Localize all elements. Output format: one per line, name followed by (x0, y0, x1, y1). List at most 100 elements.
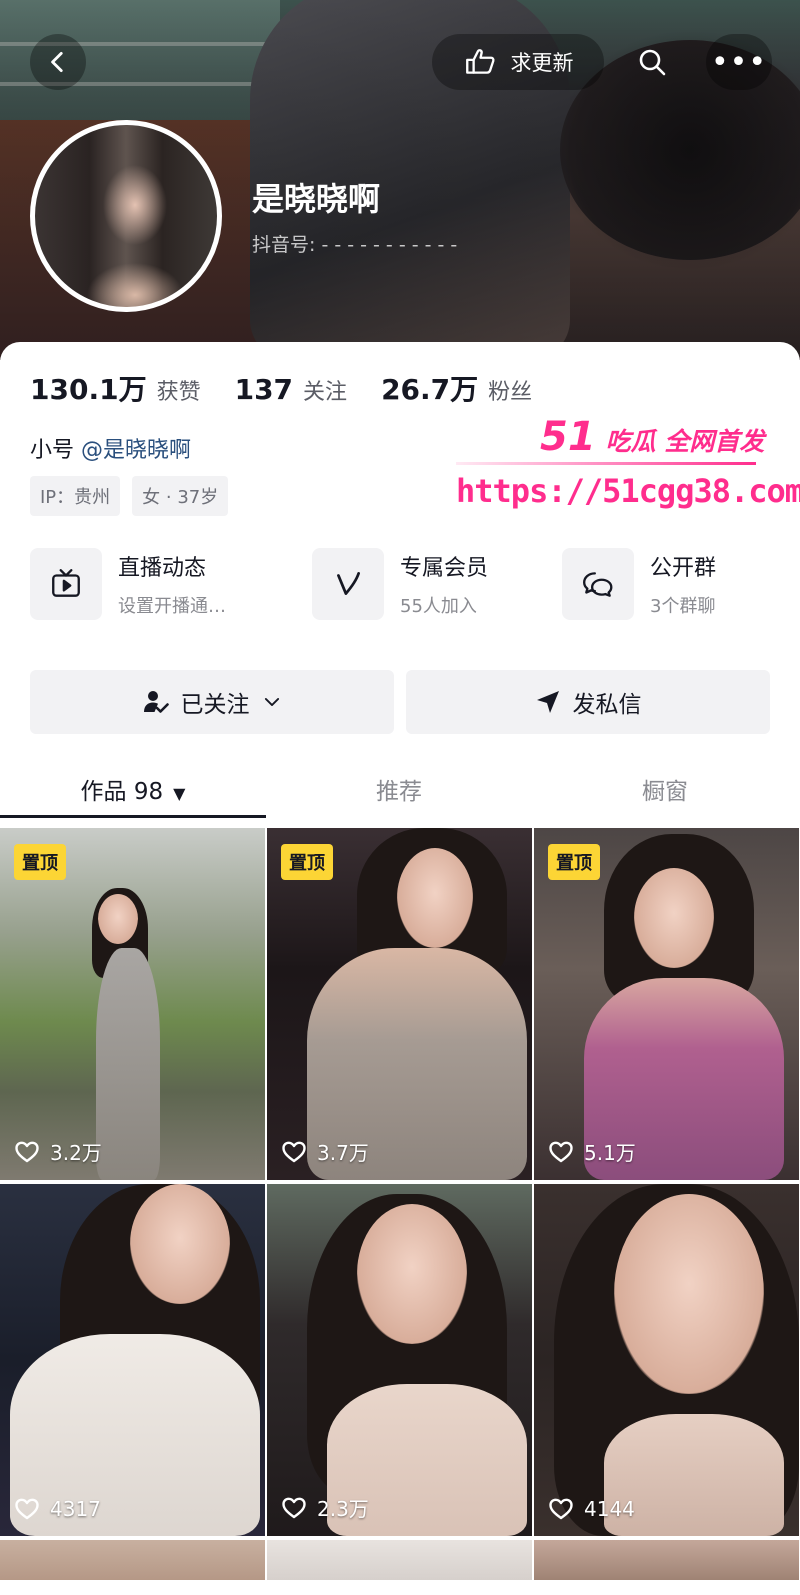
video-thumbnail[interactable]: 置顶 3.7万 (267, 828, 532, 1180)
feature-live-title: 直播动态 (118, 556, 207, 581)
watermark-slogan: 吃瓜 全网首发 (605, 427, 765, 456)
tab-showcase[interactable]: 橱窗 (532, 770, 798, 828)
chat-bubbles-icon (583, 572, 613, 597)
douyin-id-label: 抖音号: (252, 234, 322, 256)
video-likes-count: 2.3万 (317, 1497, 369, 1521)
stat-followers-label: 粉丝 (488, 380, 533, 405)
douyin-id-value: - - - - - - - - - - - (321, 234, 458, 256)
video-thumbnail[interactable] (534, 1540, 799, 1580)
send-icon (536, 691, 559, 713)
stat-following-value: 137 (234, 373, 294, 406)
feature-groups[interactable]: 公开群 3个群聊 (562, 548, 716, 620)
tab-showcase-label: 橱窗 (642, 779, 688, 805)
tab-works[interactable]: 作品 98 ▼ (0, 770, 266, 828)
tab-works-label: 作品 98 (80, 779, 164, 805)
watermark-url: https://51cgg38.com (456, 472, 800, 510)
search-icon (639, 49, 666, 76)
watermark-top: 51 吃瓜 全网首发 (540, 414, 764, 460)
douyin-id[interactable]: 抖音号: - - - - - - - - - - - (252, 230, 457, 257)
back-button[interactable] (30, 34, 86, 90)
feature-groups-title: 公开群 (650, 556, 717, 581)
caret-down-icon: ▼ (173, 784, 186, 803)
video-grid: 置顶 3.2万 置顶 3.7万 置顶 5.1万 4317 2.3万 4144 (0, 828, 800, 1580)
stat-followers[interactable]: 26.7万 粉丝 (381, 368, 532, 408)
tv-icon (52, 569, 80, 597)
heart-icon (282, 1497, 306, 1518)
feature-membership-title: 专属会员 (400, 556, 489, 581)
profile-tags: IP：贵州 女 · 37岁 (30, 476, 229, 516)
thumb-figure-face (357, 1204, 467, 1344)
chevron-left-icon (51, 51, 63, 73)
video-likes-count: 3.2万 (50, 1141, 102, 1165)
stat-following[interactable]: 137 关注 (235, 373, 347, 406)
video-likes: 3.2万 (14, 1137, 102, 1166)
user-check-icon (143, 691, 169, 713)
site-watermark: 51 吃瓜 全网首发 https://51cgg38.com (456, 412, 800, 522)
more-dots-icon: ••• (710, 44, 768, 80)
heart-icon (15, 1141, 39, 1162)
profile-card: 130.1万 获赞 137 关注 26.7万 粉丝 小号 @是晓晓啊 IP：贵州… (0, 342, 800, 1595)
stat-followers-value: 26.7万 (381, 373, 479, 406)
video-likes-count: 4144 (584, 1497, 635, 1521)
more-options-button[interactable]: ••• (706, 34, 772, 90)
video-likes-count: 3.7万 (317, 1141, 369, 1165)
pinned-badge: 置顶 (281, 844, 333, 880)
video-thumbnail[interactable]: 2.3万 (267, 1184, 532, 1536)
request-update-label: 求更新 (510, 51, 574, 75)
feature-membership[interactable]: 专属会员 55人加入 (312, 548, 562, 620)
search-button[interactable] (624, 34, 680, 90)
v-badge-icon (337, 571, 361, 595)
thumb-figure-body (96, 948, 160, 1180)
feature-row: 直播动态 设置开播通… 专属会员 55人加入 公开群 3个群聊 (30, 548, 770, 620)
video-thumbnail[interactable] (267, 1540, 532, 1580)
video-likes-count: 4317 (50, 1497, 101, 1521)
feature-live[interactable]: 直播动态 设置开播通… (30, 548, 312, 620)
heart-icon (549, 1141, 573, 1162)
thumb-figure-face (98, 894, 138, 944)
send-message-button[interactable]: 发私信 (406, 670, 770, 734)
followed-button[interactable]: 已关注 (30, 670, 394, 734)
thumb-figure-face (614, 1194, 764, 1394)
stat-likes: 130.1万 获赞 (30, 368, 201, 408)
pointing-hand-icon (465, 49, 495, 74)
ip-tag: IP：贵州 (30, 476, 121, 516)
feature-live-subtitle: 设置开播通… (118, 596, 226, 617)
send-message-label: 发私信 (572, 692, 642, 718)
content-tabs: 作品 98 ▼ 推荐 橱窗 (0, 770, 800, 828)
feature-membership-icon-box (312, 548, 384, 620)
video-thumbnail[interactable] (0, 1540, 265, 1580)
video-likes: 3.7万 (281, 1137, 369, 1166)
video-thumbnail[interactable]: 4144 (534, 1184, 799, 1536)
feature-groups-icon-box (562, 548, 634, 620)
followed-label: 已关注 (180, 692, 250, 718)
video-likes-count: 5.1万 (584, 1141, 636, 1165)
video-thumbnail[interactable]: 4317 (0, 1184, 265, 1536)
watermark-brand: 51 (540, 414, 596, 460)
video-likes: 5.1万 (548, 1137, 636, 1166)
alt-account: 小号 @是晓晓啊 (30, 432, 191, 464)
stat-likes-label: 获赞 (156, 380, 201, 405)
pinned-badge: 置顶 (548, 844, 600, 880)
tab-recommended-label: 推荐 (376, 779, 422, 805)
thumb-figure-face (397, 848, 473, 948)
alt-account-handle[interactable]: @是晓晓啊 (81, 438, 191, 463)
video-likes: 4317 (14, 1496, 101, 1522)
video-likes: 2.3万 (281, 1493, 369, 1522)
tab-recommended[interactable]: 推荐 (266, 770, 532, 828)
request-update-button[interactable]: 求更新 (432, 34, 604, 90)
video-thumbnail[interactable]: 置顶 5.1万 (534, 828, 799, 1180)
feature-groups-subtitle: 3个群聊 (650, 596, 716, 617)
stat-following-label: 关注 (303, 380, 348, 405)
feature-live-icon-box (30, 548, 102, 620)
pinned-badge: 置顶 (14, 844, 66, 880)
video-thumbnail[interactable]: 置顶 3.2万 (0, 828, 265, 1180)
action-buttons: 已关注 发私信 (30, 670, 770, 734)
video-likes: 4144 (548, 1496, 635, 1522)
stat-likes-value: 130.1万 (30, 373, 147, 406)
heart-icon (282, 1141, 306, 1162)
thumb-figure-face (634, 868, 714, 968)
alt-account-prefix: 小号 (30, 438, 75, 463)
avatar[interactable] (30, 120, 222, 312)
heart-icon (15, 1498, 39, 1520)
watermark-line (456, 462, 756, 465)
